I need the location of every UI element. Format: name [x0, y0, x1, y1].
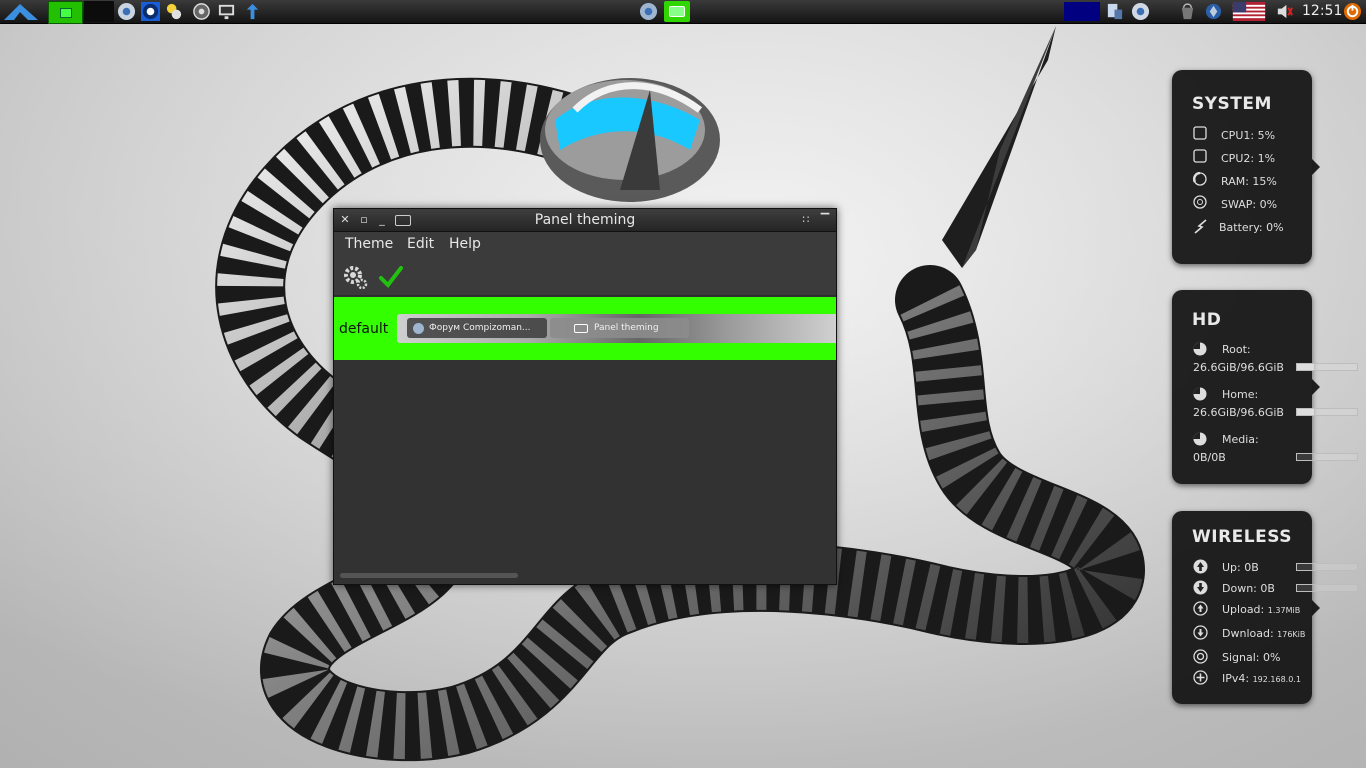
preview-task-forum: Форум Compizoman... — [407, 318, 547, 338]
cpu-icon — [1193, 126, 1207, 140]
workspace-2[interactable] — [84, 1, 114, 22]
wireless-ipv4-value: 192.168.0.1 — [1252, 675, 1301, 684]
system-cpu2: CPU2: 1% — [1221, 152, 1276, 165]
bucket-tray-icon[interactable] — [1178, 2, 1197, 21]
toolbar — [334, 257, 836, 296]
battery-icon — [1194, 219, 1207, 234]
network-manager-icon[interactable] — [1105, 2, 1124, 21]
upload-icon — [1193, 601, 1208, 616]
chromium-launcher-icon[interactable] — [117, 2, 136, 21]
window-title: Panel theming — [534, 212, 636, 228]
theme-name: default — [339, 321, 389, 337]
workspace-1[interactable] — [48, 1, 83, 24]
wireless-upload-label: Upload: — [1222, 603, 1265, 616]
hd-home-bar-fill — [1297, 409, 1314, 415]
wireless-ipv4: IPv4: 192.168.0.1 — [1222, 672, 1301, 685]
cpu-graph-applet[interactable] — [1064, 2, 1100, 21]
monitor-launcher-icon[interactable] — [217, 2, 236, 21]
clock[interactable]: 12:51 — [1302, 3, 1342, 19]
window-icon — [669, 6, 685, 17]
theme-list: default Форум Compizoman... Panel themin… — [334, 296, 836, 584]
panel-theming-window: ✕ ▫ _ Panel theming ∷ ▔ Theme Edit Help … — [333, 208, 837, 585]
hd-root-bar — [1296, 363, 1358, 371]
preview-window-icon — [574, 323, 588, 333]
skype-launcher-icon[interactable] — [141, 2, 160, 21]
ipv4-icon — [1193, 670, 1208, 685]
compiz-launcher-icon[interactable] — [243, 2, 262, 21]
window-grip-icon[interactable]: ∷ — [800, 214, 812, 226]
window-shade-icon[interactable]: ▔ — [819, 214, 831, 226]
hd-media-bar — [1296, 453, 1358, 461]
up-arrow-icon — [1193, 559, 1208, 574]
workspace-1-indicator — [59, 7, 72, 18]
wireless-upload-value: 1.37MiB — [1267, 606, 1301, 615]
disk-usage-icon — [1193, 387, 1207, 401]
wireless-ipv4-label: IPv4: — [1222, 672, 1250, 685]
start-menu-button[interactable] — [0, 1, 42, 22]
hd-home-bar — [1296, 408, 1358, 416]
preview-task-label: Форум Compizoman... — [429, 323, 531, 333]
download-icon — [1193, 625, 1208, 640]
widget-title: WIRELESS — [1192, 527, 1292, 547]
keyboard-layout-us-flag-icon[interactable] — [1232, 2, 1266, 21]
hd-home-label: Home: — [1222, 388, 1259, 401]
preview-task-panel-theming: Panel theming — [550, 318, 689, 338]
wireless-up-bar — [1296, 563, 1358, 571]
conky-system-widget: SYSTEM — [1172, 70, 1320, 264]
settings-launcher-icon[interactable] — [192, 2, 211, 21]
task-panel-theming[interactable] — [664, 1, 690, 22]
preferences-gear-icon[interactable] — [342, 264, 368, 290]
widget-title: HD — [1192, 310, 1222, 330]
preview-task-label: Panel theming — [594, 323, 659, 333]
wireless-down: Down: 0B — [1222, 582, 1275, 595]
cpu-icon — [1193, 149, 1207, 163]
wireless-upload: Upload: 1.37MiB — [1222, 603, 1300, 616]
menubar: Theme Edit Help — [334, 232, 836, 256]
browser-tray-icon[interactable] — [1131, 2, 1150, 21]
top-panel: 12:51 — [0, 0, 1366, 24]
wireless-download-value: 176KiB — [1277, 630, 1306, 639]
wireless-download: Dwnload: 176KiB — [1222, 627, 1305, 640]
theme-preview-panel: Форум Compizoman... Panel theming — [397, 314, 836, 343]
task-browser-icon[interactable] — [639, 2, 658, 21]
down-arrow-icon — [1193, 580, 1208, 595]
system-swap: SWAP: 0% — [1221, 198, 1278, 211]
menu-edit[interactable]: Edit — [407, 236, 434, 252]
menu-theme[interactable]: Theme — [345, 236, 393, 252]
preview-browser-icon — [413, 322, 424, 334]
wireless-signal: Signal: 0% — [1222, 651, 1281, 664]
widget-title: SYSTEM — [1192, 94, 1272, 114]
wireless-up: Up: 0B — [1222, 561, 1259, 574]
compiz-tray-icon[interactable] — [1204, 2, 1223, 21]
lxde-logo-icon — [4, 3, 38, 20]
wireless-download-label: Dwnload: — [1222, 627, 1274, 640]
power-button-icon[interactable] — [1343, 2, 1362, 21]
disk-usage-icon — [1193, 432, 1207, 446]
wireless-down-bar — [1296, 584, 1358, 592]
horizontal-scrollbar[interactable] — [340, 573, 518, 578]
hd-home-value: 26.6GiB/96.6GiB — [1193, 406, 1284, 419]
hd-media-value: 0B/0B — [1193, 451, 1226, 464]
hd-root-bar-fill — [1297, 364, 1314, 370]
theme-list-item-selected[interactable]: default Форум Compizoman... Panel themin… — [334, 297, 836, 360]
hd-root-value: 26.6GiB/96.6GiB — [1193, 361, 1284, 374]
volume-muted-icon[interactable] — [1275, 2, 1294, 21]
hd-media-label: Media: — [1222, 433, 1259, 446]
system-battery: Battery: 0% — [1219, 221, 1284, 234]
ram-icon — [1193, 172, 1207, 186]
pidgin-launcher-icon[interactable] — [165, 2, 184, 21]
system-cpu1: CPU1: 5% — [1221, 129, 1276, 142]
hd-root-label: Root: — [1222, 343, 1251, 356]
menu-help[interactable]: Help — [449, 236, 481, 252]
apply-checkmark-icon[interactable] — [378, 264, 404, 290]
disk-usage-icon — [1193, 342, 1207, 356]
swap-icon — [1193, 195, 1207, 209]
signal-icon — [1193, 649, 1208, 664]
window-titlebar[interactable]: ✕ ▫ _ Panel theming ∷ ▔ — [334, 209, 836, 232]
system-ram: RAM: 15% — [1221, 175, 1277, 188]
